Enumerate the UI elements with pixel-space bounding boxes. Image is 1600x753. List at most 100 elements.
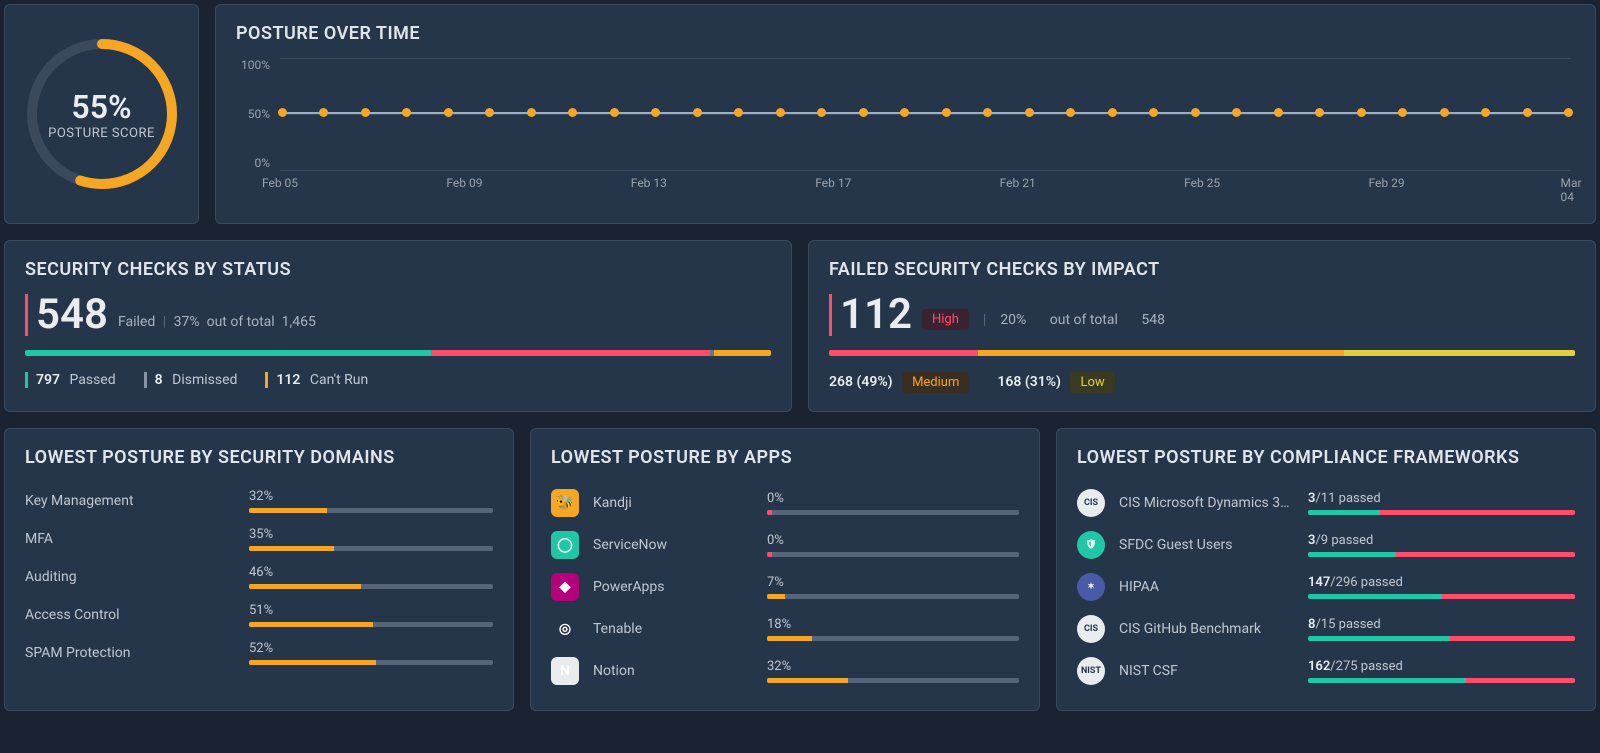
legend-low[interactable]: 168 (31%) Low: [997, 372, 1114, 393]
chart-point[interactable]: [1108, 108, 1117, 117]
framework-label: CIS GitHub Benchmark: [1119, 621, 1294, 637]
chart-point[interactable]: [278, 108, 287, 117]
posture-by-apps-card: LOWEST POSTURE BY APPS 🐝 Kandji 0% ◯ Service…: [530, 428, 1040, 711]
x-tick: Feb 17: [815, 176, 851, 190]
app-row[interactable]: ◎Tenable18%: [551, 608, 1019, 650]
domain-row[interactable]: Key Management32%: [25, 482, 493, 520]
chart-point[interactable]: [817, 108, 826, 117]
x-tick: Feb 05: [262, 176, 298, 190]
app-row[interactable]: NNotion32%: [551, 650, 1019, 692]
x-tick: Mar 04: [1560, 176, 1581, 204]
compliance-row[interactable]: NISTNIST CSF162/275 passed: [1077, 650, 1575, 692]
of-total-label: out of total: [207, 314, 275, 330]
status-bar: [25, 350, 771, 356]
card-title: FAILED SECURITY CHECKS BY IMPACT: [829, 259, 1575, 280]
chart-point[interactable]: [1398, 108, 1407, 117]
posture-score-label: POSTURE SCORE: [48, 126, 155, 141]
of-total-label: out of total: [1050, 312, 1118, 328]
chart-point[interactable]: [859, 108, 868, 117]
app-pct: 18%: [767, 617, 1019, 632]
app-label: ServiceNow: [593, 537, 753, 553]
domain-label: Key Management: [25, 493, 235, 509]
compliance-row[interactable]: ✶HIPAA147/296 passed: [1077, 566, 1575, 608]
chart-point[interactable]: [527, 108, 536, 117]
chart-point[interactable]: [361, 108, 370, 117]
chart-point[interactable]: [1357, 108, 1366, 117]
chart-point[interactable]: [900, 108, 909, 117]
posture-score-ring: 55% POSTURE SCORE: [22, 34, 182, 194]
chart-point[interactable]: [1523, 108, 1532, 117]
app-row[interactable]: ◆ PowerApps 7%: [551, 566, 1019, 608]
x-tick: Feb 09: [446, 176, 482, 190]
chart-point[interactable]: [485, 108, 494, 117]
legend-cant-run[interactable]: 112 Can't Run: [265, 372, 368, 388]
domain-row[interactable]: Auditing 46%: [25, 558, 493, 596]
domain-pct: 51%: [249, 603, 493, 618]
compliance-row[interactable]: 🛡SFDC Guest Users3/9 passed: [1077, 524, 1575, 566]
chart-point[interactable]: [1564, 108, 1573, 117]
x-tick: Feb 25: [1184, 176, 1220, 190]
legend-medium[interactable]: 268 (49%) Medium: [829, 372, 969, 393]
chart-point[interactable]: [444, 108, 453, 117]
chart-point[interactable]: [1274, 108, 1283, 117]
chart-point[interactable]: [319, 108, 328, 117]
chart-point[interactable]: [942, 108, 951, 117]
domain-row[interactable]: MFA35%: [25, 520, 493, 558]
chart-point[interactable]: [402, 108, 411, 117]
app-label: Kandji: [593, 495, 753, 511]
chart-point[interactable]: [610, 108, 619, 117]
chart-point[interactable]: [1481, 108, 1490, 117]
chart-point[interactable]: [1232, 108, 1241, 117]
domain-label: Access Control: [25, 607, 235, 623]
app-icon: 🐝: [551, 489, 579, 517]
x-tick: Feb 21: [1000, 176, 1036, 190]
domain-row[interactable]: Access Control 51%: [25, 596, 493, 634]
legend-passed[interactable]: 797 Passed: [25, 372, 116, 388]
posture-by-domains-card: LOWEST POSTURE BY SECURITY DOMAINS Key M…: [4, 428, 514, 711]
domain-label: Auditing: [25, 569, 235, 585]
posture-over-time-chart: 100% 50% 0% Feb 05Feb 09Feb 13Feb 17Feb …: [236, 58, 1575, 198]
chart-point[interactable]: [1066, 108, 1075, 117]
failed-count: 548: [36, 294, 108, 336]
chart-point[interactable]: [1149, 108, 1158, 117]
chart-point[interactable]: [568, 108, 577, 117]
domain-label: SPAM Protection: [25, 645, 235, 661]
impact-total: 548: [1141, 312, 1165, 328]
chart-point[interactable]: [651, 108, 660, 117]
y-tick: 0%: [236, 156, 270, 170]
app-icon: N: [551, 657, 579, 685]
compliance-row[interactable]: CISCIS Microsoft Dynamics 365 …3/11 pass…: [1077, 482, 1575, 524]
app-row[interactable]: 🐝Kandji0%: [551, 482, 1019, 524]
chart-point[interactable]: [1315, 108, 1324, 117]
domain-row[interactable]: SPAM Protection52%: [25, 634, 493, 672]
failed-checks-impact-card: FAILED SECURITY CHECKS BY IMPACT 112 Hig…: [808, 240, 1596, 412]
app-pct: 7%: [767, 575, 1019, 590]
chart-point[interactable]: [776, 108, 785, 117]
card-title: LOWEST POSTURE BY APPS: [551, 447, 1019, 468]
chart-point[interactable]: [1025, 108, 1034, 117]
high-count: 112: [840, 294, 912, 336]
chart-point[interactable]: [734, 108, 743, 117]
app-icon: ◯: [551, 531, 579, 559]
total-count: 1,465: [282, 314, 316, 330]
framework-label: CIS Microsoft Dynamics 365 …: [1119, 495, 1294, 511]
chart-point[interactable]: [1440, 108, 1449, 117]
card-title: LOWEST POSTURE BY COMPLIANCE FRAMEWORKS: [1077, 447, 1575, 468]
app-row[interactable]: ◯ ServiceNow 0%: [551, 524, 1019, 566]
impact-bar: [829, 350, 1575, 356]
chart-point[interactable]: [983, 108, 992, 117]
chart-point[interactable]: [693, 108, 702, 117]
app-label: Tenable: [593, 621, 753, 637]
legend-dismissed[interactable]: 8 Dismissed: [144, 372, 238, 388]
failed-label: Failed: [118, 314, 155, 330]
card-title: SECURITY CHECKS BY STATUS: [25, 259, 771, 280]
domain-pct: 46%: [249, 565, 493, 580]
compliance-row[interactable]: CISCIS GitHub Benchmark8/15 passed: [1077, 608, 1575, 650]
framework-label: NIST CSF: [1119, 663, 1294, 679]
framework-label: SFDC Guest Users: [1119, 537, 1294, 553]
app-label: PowerApps: [593, 579, 753, 595]
chart-point[interactable]: [1191, 108, 1200, 117]
app-icon: ◆: [551, 573, 579, 601]
app-pct: 0%: [767, 533, 1019, 548]
framework-passed: 3/9 passed: [1308, 533, 1575, 548]
